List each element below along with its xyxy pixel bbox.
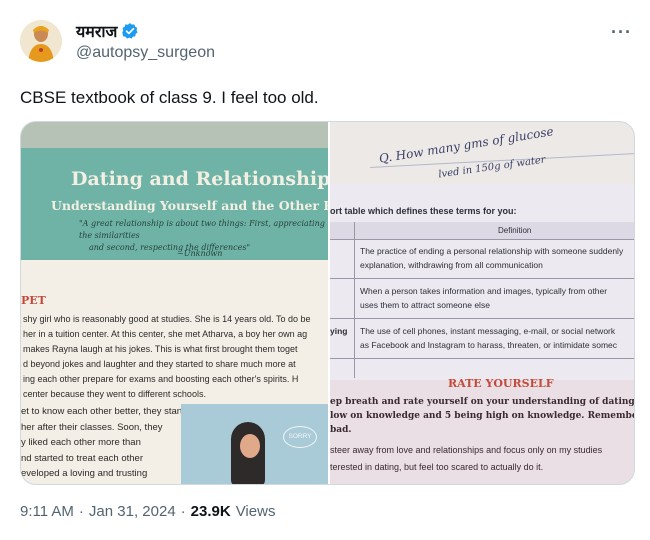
table-row-3-line-2: as Facebook and Instagram to harass, thr… [360, 340, 618, 350]
user-handle[interactable]: @autopsy_surgeon [76, 44, 215, 62]
table-row-3-term: ying [330, 326, 348, 336]
girl-face-icon [240, 434, 260, 458]
rate-yourself-list: steer away from love and relationships a… [330, 445, 603, 472]
table-row-3-line-1: The use of cell phones, instant messagin… [360, 326, 616, 336]
chapter-subtitle: Understanding Yourself and the Other Per… [51, 198, 328, 213]
notebook-page [330, 122, 634, 186]
display-name[interactable]: यमराज [76, 20, 117, 42]
table-row-1-line-2: explanation, withdrawing from all commun… [360, 260, 543, 270]
tweet-date[interactable]: Jan 31, 2024 [89, 503, 176, 520]
quote-author: ~Unknown [177, 249, 223, 258]
author-block: यमराज @autopsy_surgeon [76, 20, 215, 62]
table-row-divider [330, 358, 634, 359]
chapter-title: Dating and Relationships [71, 168, 328, 190]
table-intro: ort table which defines these terms for … [330, 206, 517, 216]
more-options-icon[interactable]: ··· [611, 22, 632, 43]
table-row-2-line-2: uses them to attract someone else [360, 300, 490, 310]
section-heading: PET [21, 294, 46, 307]
table-row-2-line-1: When a person takes information and imag… [360, 286, 608, 296]
story-paragraph: shy girl who is reasonably good at studi… [23, 314, 311, 399]
tweet: यमराज @autopsy_surgeon ··· CBSE textbook… [0, 0, 650, 540]
meta-separator: · [180, 503, 186, 520]
table-row-divider [330, 278, 634, 279]
tweet-metadata: 9:11 AM · Jan 31, 2024 · 23.9K Views [20, 503, 275, 520]
table-header-definition: Definition [498, 226, 532, 235]
rate-yourself-text: ep breath and rate yourself on your unde… [330, 397, 635, 435]
views-label: Views [235, 503, 276, 520]
avatar[interactable] [20, 20, 62, 62]
media-image-left[interactable]: Dating and Relationships Understanding Y… [21, 122, 328, 484]
views-count: 23.9K [190, 503, 231, 520]
table-row-1-line-1: The practice of ending a personal relati… [360, 246, 624, 256]
tweet-media[interactable]: Dating and Relationships Understanding Y… [20, 121, 635, 485]
story-paragraph-2: et to know each other better, they start… [21, 406, 194, 479]
tweet-text: CBSE textbook of class 9. I feel too old… [20, 88, 319, 107]
table-header [330, 222, 634, 240]
table-row-divider [330, 318, 634, 319]
tweet-time[interactable]: 9:11 AM [20, 503, 74, 520]
table-column-line [354, 222, 355, 378]
rate-yourself-heading: RATE YOURSELF [448, 377, 554, 390]
verified-badge-icon [121, 22, 139, 40]
speech-bubble-icon: SORRY [283, 426, 317, 448]
meta-separator: · [78, 503, 84, 520]
media-image-right[interactable]: Q. How many gms of glucose lved in 150g … [330, 122, 635, 484]
